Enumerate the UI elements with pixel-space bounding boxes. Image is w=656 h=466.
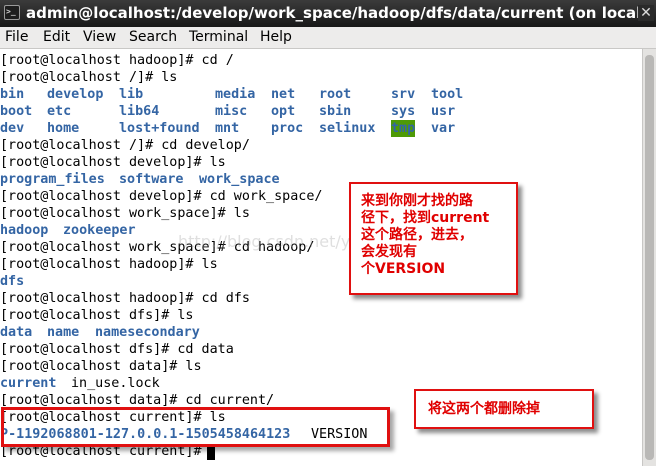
callout-text-line: 这个路径，进去， xyxy=(361,227,473,243)
dir-entry: selinux xyxy=(319,121,376,136)
annotation-callout-find-current: 来到你刚才找的路 径下，找到current 这个路径，进去， 会发现有 个VER… xyxy=(349,182,518,295)
callout-text-line: 径下，找到current xyxy=(361,210,490,226)
callout-text-line: 个VERSION xyxy=(361,261,446,277)
close-icon[interactable]: ✕ xyxy=(638,5,654,21)
terminal-line: [root@localhost dfs]# ls xyxy=(0,308,194,323)
dir-entry: lost+found xyxy=(119,121,200,136)
terminal-line: [root@localhost hadoop]# cd dfs xyxy=(0,291,250,306)
dir-entry: lib xyxy=(119,87,144,102)
dir-entry: home xyxy=(47,121,80,136)
annotation-callout-delete: 将这两个都删除掉 xyxy=(414,389,594,429)
callout-text-line: 会发现有 xyxy=(361,244,417,260)
dir-entry: net xyxy=(271,87,296,102)
window-title: admin@localhost:/develop/work_space/hado… xyxy=(26,4,647,22)
file-entry: in_use.lock xyxy=(71,376,160,391)
dir-entry: media xyxy=(215,87,256,102)
dir-entry: develop xyxy=(47,87,104,102)
dir-entry: work_space xyxy=(199,172,280,187)
dir-entry: dfs xyxy=(0,274,25,289)
ls-output-row: dev home lost+found mnt proc selinux tmp… xyxy=(0,120,455,137)
dir-entry: sys xyxy=(391,104,416,119)
terminal-line: [root@localhost develop]# cd work_space/ xyxy=(0,189,323,204)
dir-entry: sbin xyxy=(319,104,352,119)
dir-entry: misc xyxy=(215,104,248,119)
scrollbar-thumb[interactable] xyxy=(645,55,654,460)
terminal-line: [root@localhost hadoop]# ls xyxy=(0,257,218,272)
dir-entry: program_files xyxy=(0,172,105,187)
callout-text-line: 来到你刚才找的路 xyxy=(361,193,473,209)
dir-entry: opt xyxy=(271,104,296,119)
dir-entry: hadoop xyxy=(0,223,49,238)
dir-entry: usr xyxy=(431,104,456,119)
menu-search[interactable]: Search xyxy=(129,27,177,47)
tmp-dir-entry: tmp xyxy=(391,120,416,137)
dir-entry: dev xyxy=(0,121,25,136)
ls-output-row: bin develop lib media net root srv tool xyxy=(0,86,463,103)
dir-entry: bin xyxy=(0,87,25,102)
dir-entry: tool xyxy=(431,87,464,102)
dir-entry: root xyxy=(319,87,352,102)
ls-output-row: boot etc lib64 misc opt sbin sys usr xyxy=(0,103,455,120)
dir-entry: srv xyxy=(391,87,416,102)
terminal-window: >_ admin@localhost:/develop/work_space/h… xyxy=(0,0,656,466)
menu-terminal[interactable]: Terminal xyxy=(189,27,248,47)
ls-output-row: dfs xyxy=(0,273,48,290)
menu-file[interactable]: File xyxy=(5,27,28,47)
menu-bar: File Edit View Search Terminal Help xyxy=(0,27,656,49)
menu-help[interactable]: Help xyxy=(260,27,292,47)
ls-output-row: data name namesecondary xyxy=(0,324,200,341)
ls-output-row: current in_use.lock xyxy=(0,375,160,392)
title-bar[interactable]: >_ admin@localhost:/develop/work_space/h… xyxy=(0,0,656,27)
terminal-line: [root@localhost dfs]# cd data xyxy=(0,342,234,357)
dir-entry: boot xyxy=(0,104,33,119)
dir-entry: proc xyxy=(271,121,304,136)
terminal-line: [root@localhost /]# cd develop/ xyxy=(0,138,250,153)
menu-view[interactable]: View xyxy=(83,27,116,47)
dir-entry: mnt xyxy=(215,121,240,136)
dir-entry: zookeeper xyxy=(63,223,136,238)
ls-output-row: program_files software work_space xyxy=(0,171,280,188)
dir-entry: current xyxy=(0,376,57,391)
terminal-line: [root@localhost work_space]# ls xyxy=(0,206,250,221)
menu-edit[interactable]: Edit xyxy=(43,27,70,47)
terminal-line: [root@localhost /]# ls xyxy=(0,70,178,85)
dir-entry: namesecondary xyxy=(95,325,200,340)
terminal-icon: >_ xyxy=(4,5,20,20)
dir-entry: data xyxy=(0,325,33,340)
vertical-scrollbar[interactable] xyxy=(642,49,656,466)
dir-entry: software xyxy=(119,172,184,187)
terminal-line: [root@localhost develop]# ls xyxy=(0,155,226,170)
ls-output-row: hadoop zookeeper xyxy=(0,222,136,239)
dir-entry: var xyxy=(431,121,456,136)
dir-entry: etc xyxy=(47,104,72,119)
dir-entry: name xyxy=(47,325,80,340)
terminal-line: [root@localhost data]# ls xyxy=(0,359,202,374)
annotation-highlight-box xyxy=(1,407,390,447)
dir-entry: lib64 xyxy=(119,104,160,119)
terminal-line: [root@localhost hadoop]# cd / xyxy=(0,53,234,68)
